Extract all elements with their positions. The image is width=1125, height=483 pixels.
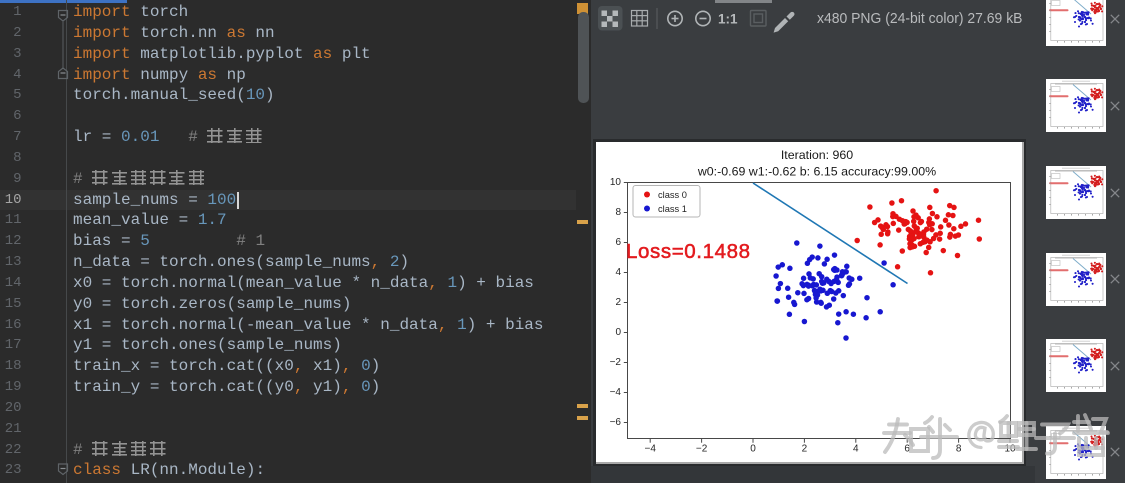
svg-text:10: 10 <box>610 177 622 188</box>
svg-text:0: 0 <box>615 327 621 338</box>
svg-text:Iteration: 960: Iteration: 960 <box>781 148 853 162</box>
svg-text:4: 4 <box>853 444 859 455</box>
svg-text:0: 0 <box>750 444 756 455</box>
svg-text:class 0: class 0 <box>658 190 687 200</box>
svg-text:−2: −2 <box>696 444 708 455</box>
svg-text:−6: −6 <box>610 417 622 428</box>
svg-text:−2: −2 <box>610 357 622 368</box>
svg-text:w0:-0.69 w1:-0.62 b: 6.15 accu: w0:-0.69 w1:-0.62 b: 6.15 accuracy:99.00… <box>697 165 936 179</box>
svg-text:class 1: class 1 <box>658 204 687 214</box>
svg-text:2: 2 <box>615 297 621 308</box>
svg-text:6: 6 <box>615 237 621 248</box>
svg-text:2: 2 <box>802 444 808 455</box>
svg-text:−4: −4 <box>610 387 622 398</box>
svg-text:Loss=0.1488: Loss=0.1488 <box>626 240 751 263</box>
svg-text:1:1: 1:1 <box>718 12 738 27</box>
svg-text:4: 4 <box>615 267 621 278</box>
svg-text:8: 8 <box>615 207 621 218</box>
svg-text:−4: −4 <box>644 444 656 455</box>
